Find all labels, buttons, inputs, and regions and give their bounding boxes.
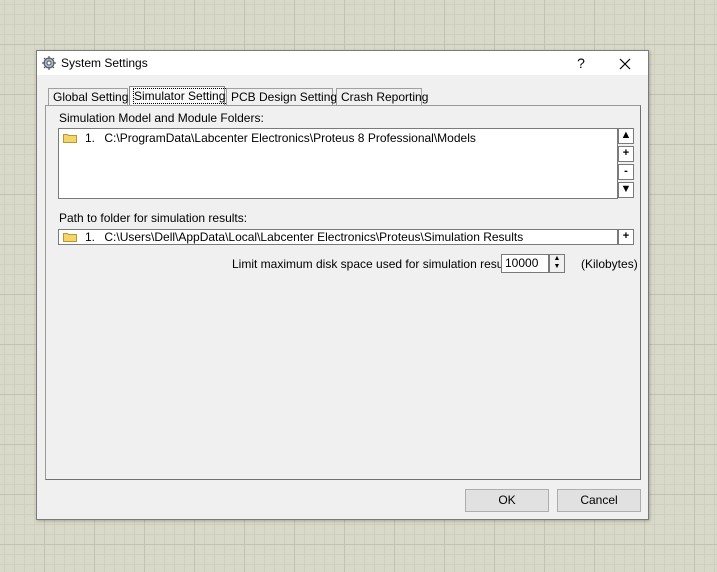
move-down-button[interactable]: ▼ [618,182,634,198]
results-folder-field[interactable]: 1. C:\Users\Dell\AppData\Local\Labcenter… [58,229,618,245]
results-folder-label: Path to folder for simulation results: [59,211,248,225]
add-folder-button[interactable]: + [618,146,634,162]
item-index: 1. [85,131,96,145]
folder-icon [63,134,77,143]
close-button[interactable] [605,51,645,75]
list-item[interactable]: 1. C:\Users\Dell\AppData\Local\Labcenter… [61,229,523,245]
disk-limit-label: Limit maximum disk space used for simula… [232,257,533,271]
spin-up-icon[interactable]: ▲ [550,255,564,263]
disk-limit-spinner[interactable]: ▲ ▼ [549,254,565,273]
tab-simulator-settings[interactable]: Simulator Settings [129,86,233,106]
item-path: C:\ProgramData\Labcenter Electronics\Pro… [104,131,476,145]
remove-folder-button[interactable]: - [618,164,634,180]
spin-down-icon[interactable]: ▼ [550,263,564,271]
list-item[interactable]: 1. C:\ProgramData\Labcenter Electronics\… [61,130,476,146]
add-results-folder-button[interactable]: + [618,229,634,245]
title-bar[interactable]: System Settings ? [37,51,648,75]
models-folders-list[interactable]: 1. C:\ProgramData\Labcenter Electronics\… [58,128,618,199]
item-index: 1. [85,230,96,244]
tab-pcb-design-settings[interactable]: PCB Design Settings [226,88,343,105]
system-settings-dialog: System Settings ? Global Settings Simula… [36,50,649,520]
simulator-settings-panel: Simulation Model and Module Folders: 1. … [45,105,641,480]
disk-limit-input[interactable]: 10000 [501,254,549,273]
tab-global-settings[interactable]: Global Settings [48,88,134,105]
move-up-button[interactable]: ▲ [618,128,634,144]
app-gear-icon [42,56,56,70]
ok-button[interactable]: OK [465,489,549,512]
item-path: C:\Users\Dell\AppData\Local\Labcenter El… [104,230,524,244]
window-title: System Settings [61,56,148,70]
tab-crash-reporting[interactable]: Crash Reporting [336,88,428,105]
cancel-button[interactable]: Cancel [557,489,641,512]
help-button[interactable]: ? [561,51,601,75]
models-folders-label: Simulation Model and Module Folders: [59,111,264,125]
folder-icon [63,233,77,242]
disk-limit-unit: (Kilobytes) [581,257,638,271]
close-icon [619,58,631,70]
